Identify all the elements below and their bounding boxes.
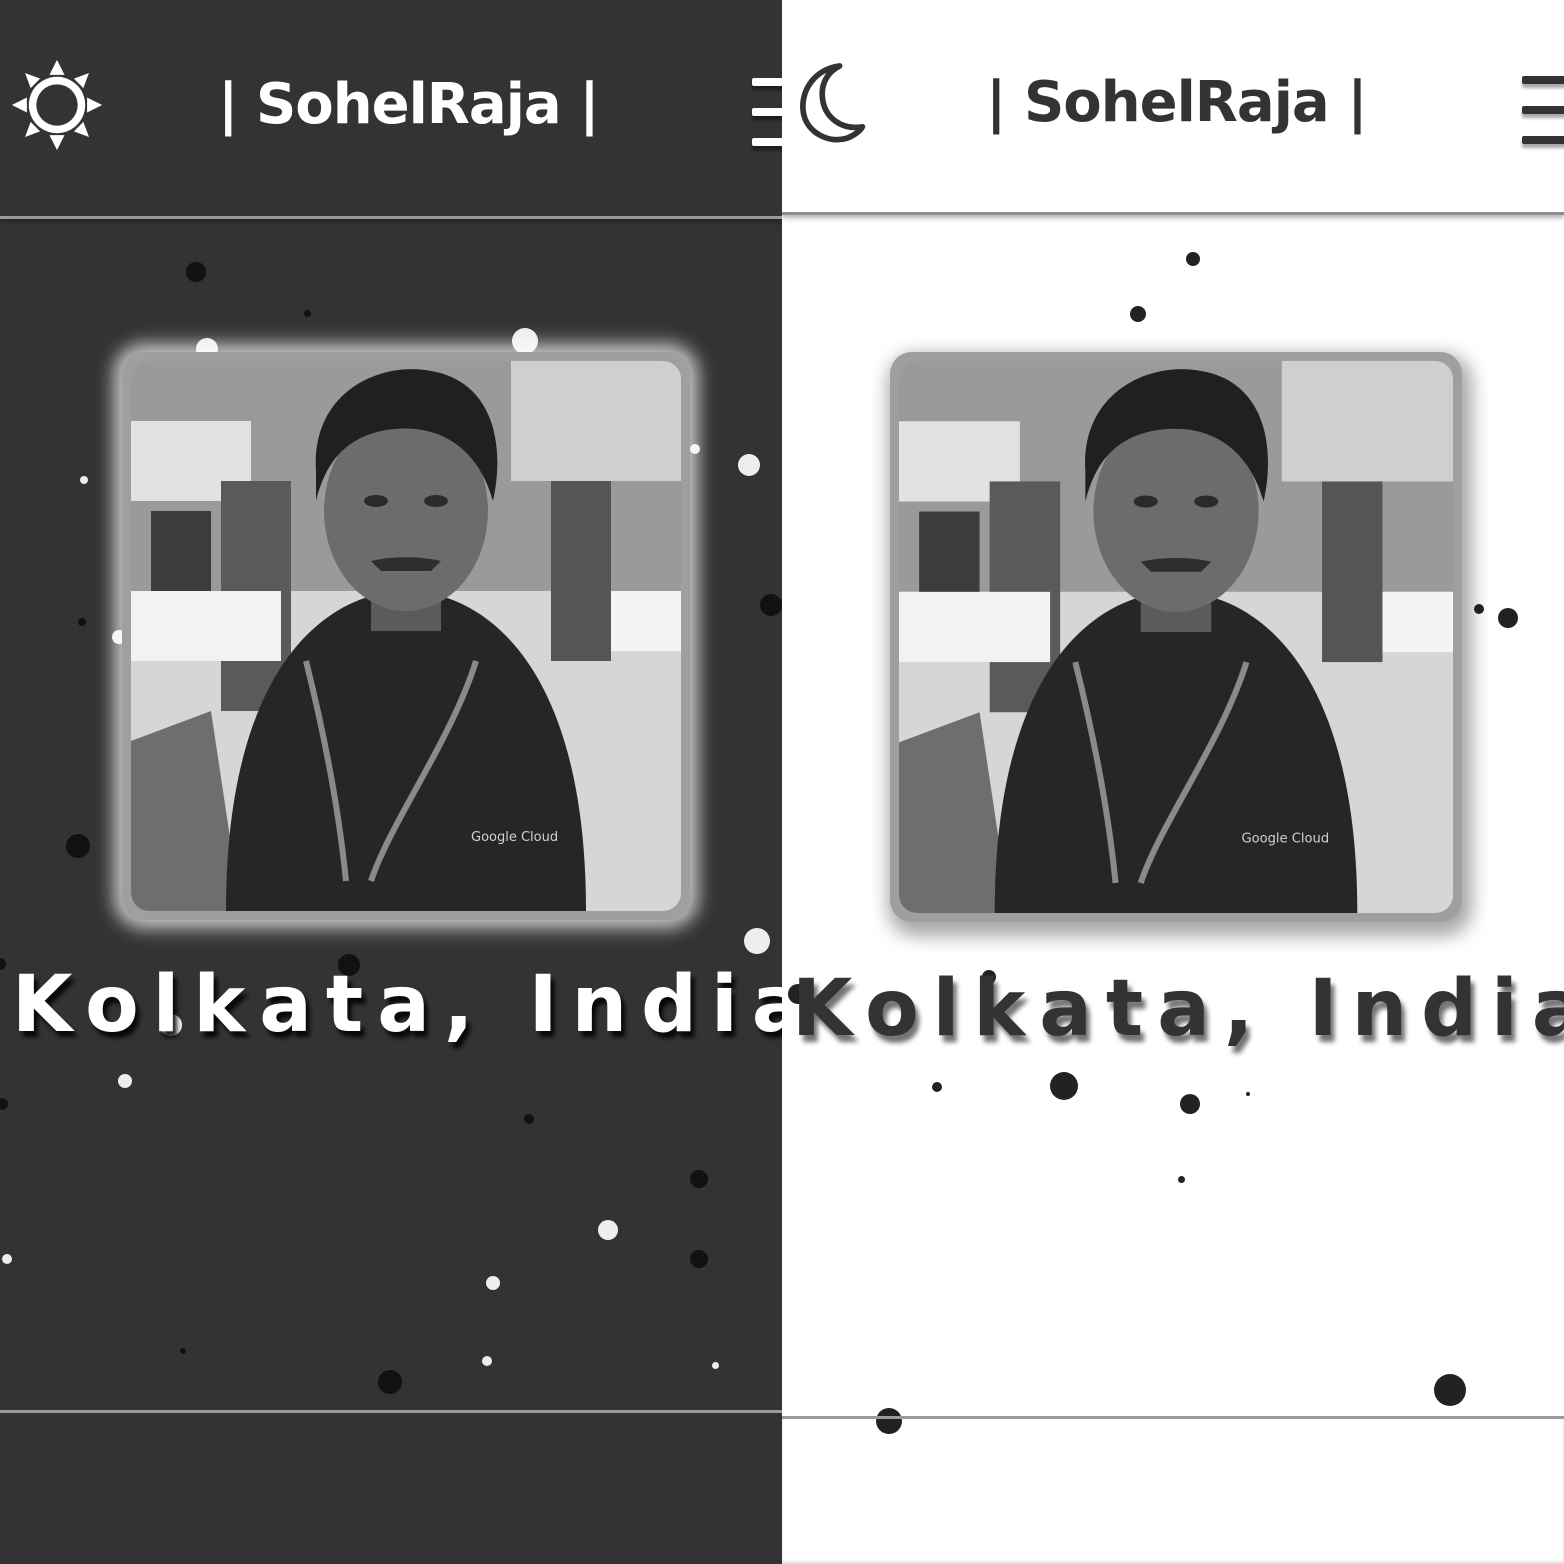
particle <box>66 834 90 858</box>
footer <box>782 1416 1564 1564</box>
particle <box>80 476 88 484</box>
navbar: | SohelRaja | <box>782 0 1564 215</box>
particle <box>1246 1092 1250 1096</box>
particle <box>690 1250 708 1268</box>
profile-photo: Google Cloud <box>131 361 681 911</box>
particle <box>1050 1072 1078 1100</box>
moon-icon[interactable] <box>794 60 870 146</box>
particle <box>690 444 700 454</box>
particle <box>180 1348 186 1354</box>
brand-title[interactable]: | SohelRaja | <box>986 70 1368 135</box>
particle <box>0 1098 8 1110</box>
particle <box>744 928 770 954</box>
particle <box>598 1220 618 1240</box>
particle <box>1498 608 1518 628</box>
particle <box>690 1170 708 1188</box>
footer <box>0 1410 782 1564</box>
hamburger-menu-icon[interactable] <box>752 74 782 152</box>
particle <box>1186 252 1200 266</box>
particle <box>304 310 311 317</box>
profile-photo: Google Cloud <box>899 361 1453 913</box>
particle <box>512 328 538 354</box>
google-cloud-logo: Google Cloud <box>1241 832 1329 847</box>
particle <box>78 618 86 626</box>
particle <box>118 1074 132 1088</box>
particle <box>482 1356 492 1366</box>
particle <box>1474 604 1484 614</box>
brand-title[interactable]: | SohelRaja | <box>218 72 600 137</box>
profile-photo-frame: Google Cloud <box>890 352 1462 922</box>
light-mode-panel: | SohelRaja | Google Cloud Kolkata, Indi… <box>782 0 1564 1564</box>
hamburger-menu-icon[interactable] <box>1522 74 1564 152</box>
location-text: Kolkata, India <box>12 960 782 1050</box>
particle <box>932 1082 942 1092</box>
particle <box>1130 306 1146 322</box>
particle <box>1178 1176 1185 1183</box>
profile-photo-frame: Google Cloud <box>122 352 690 920</box>
particle <box>186 262 206 282</box>
particle <box>378 1370 402 1394</box>
sun-icon[interactable] <box>10 58 104 152</box>
particle <box>2 1254 12 1264</box>
particle <box>1434 1374 1466 1406</box>
navbar: | SohelRaja | <box>0 0 782 219</box>
particle <box>0 958 6 970</box>
particle <box>760 594 782 616</box>
google-cloud-logo: Google Cloud <box>471 830 558 845</box>
particle <box>738 454 760 476</box>
location-text: Kolkata, India <box>792 964 1564 1054</box>
particle <box>524 1114 534 1124</box>
particle <box>1180 1094 1200 1114</box>
particle <box>486 1276 500 1290</box>
particle <box>712 1362 719 1369</box>
dark-mode-panel: | SohelRaja | Google Cloud Kolkata, Indi… <box>0 0 782 1564</box>
